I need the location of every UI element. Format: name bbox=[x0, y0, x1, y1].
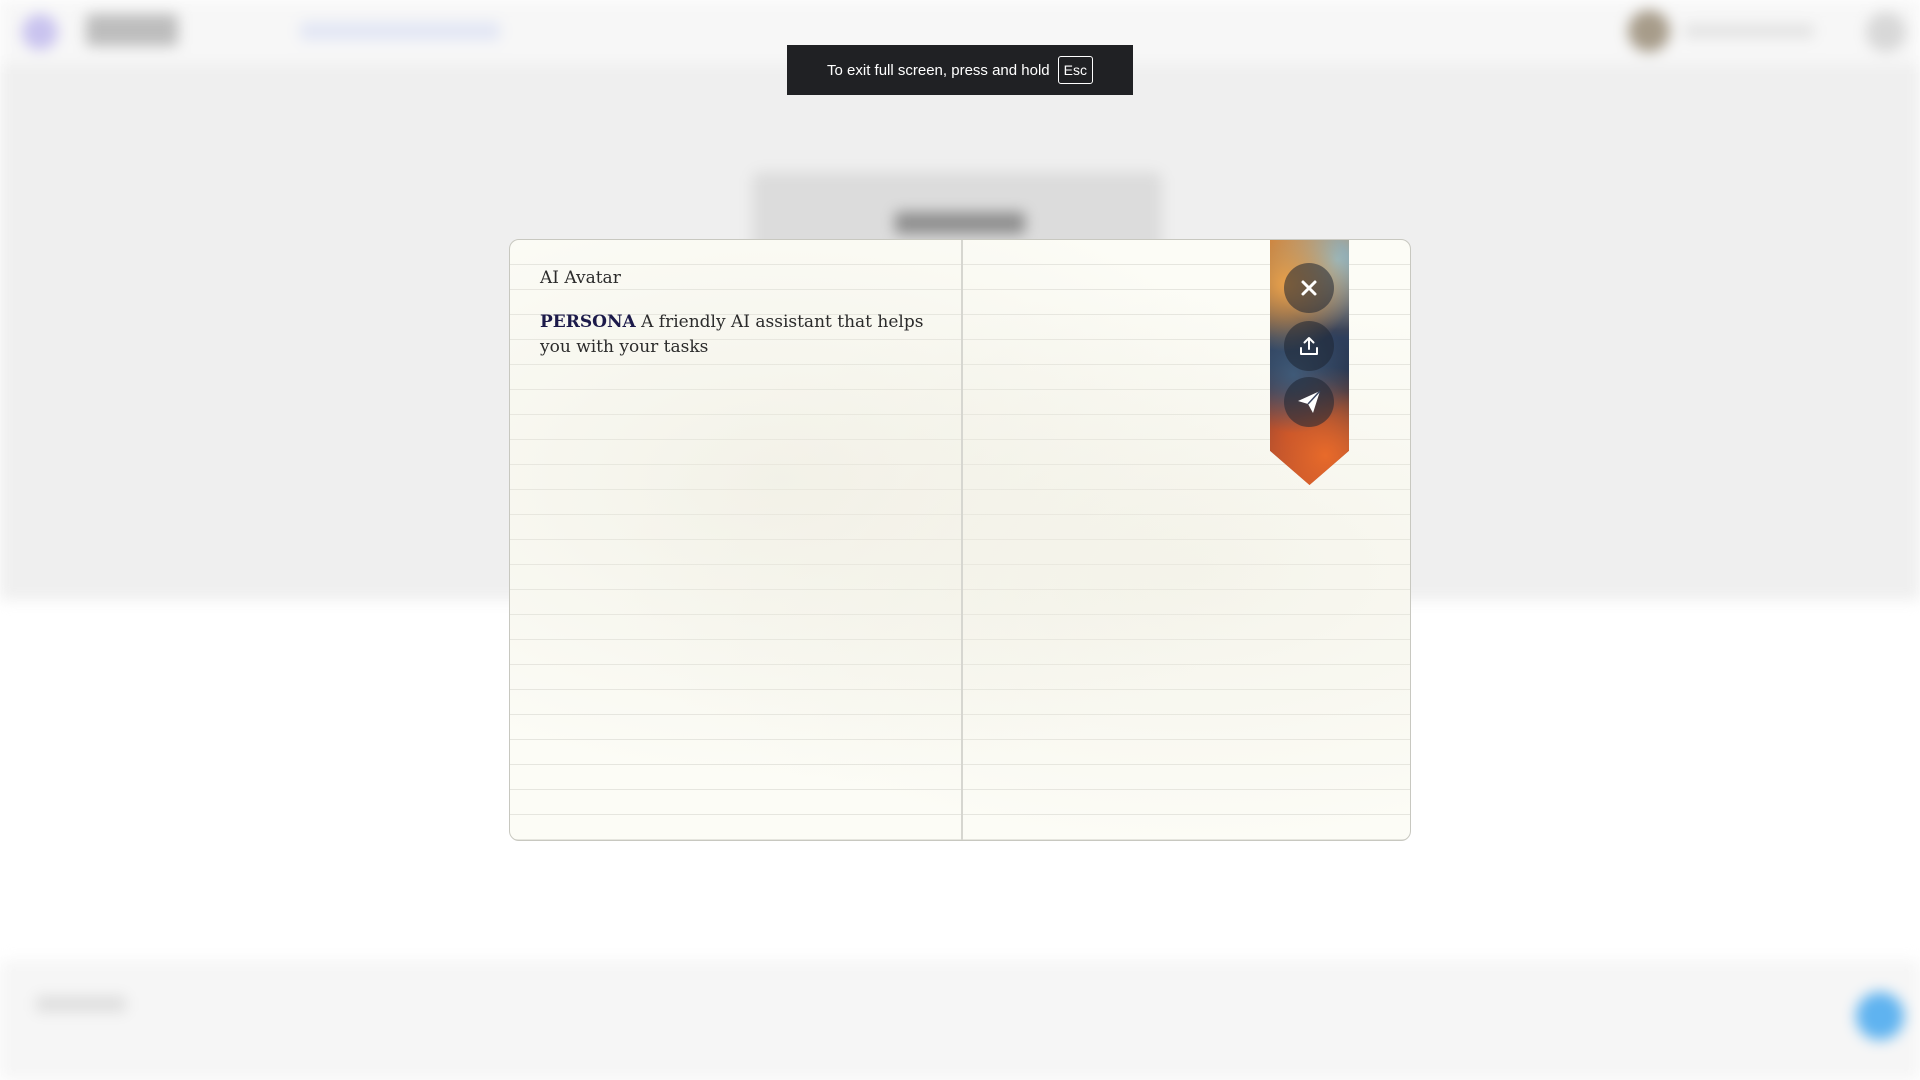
close-icon bbox=[1301, 280, 1317, 296]
notebook-left-page: AI Avatar PERSONA A friendly AI assistan… bbox=[510, 240, 961, 840]
fullscreen-notice: To exit full screen, press and hold Esc bbox=[787, 45, 1133, 95]
esc-key-badge: Esc bbox=[1057, 56, 1093, 84]
share-upload-icon bbox=[1300, 337, 1318, 355]
send-button[interactable] bbox=[1284, 377, 1334, 427]
background-user-avatar bbox=[1628, 10, 1670, 52]
fullscreen-notice-text: To exit full screen, press and hold bbox=[827, 61, 1050, 79]
close-button[interactable] bbox=[1284, 263, 1334, 313]
background-username bbox=[1684, 24, 1814, 38]
persona-description: PERSONA A friendly AI assistant that hel… bbox=[540, 310, 931, 360]
background-chat-button bbox=[1856, 992, 1904, 1040]
background-logo bbox=[22, 14, 58, 50]
background-brand bbox=[86, 14, 178, 46]
avatar-name: AI Avatar bbox=[540, 268, 621, 288]
persona-label: PERSONA bbox=[540, 312, 636, 332]
background-footer bbox=[0, 960, 1920, 1080]
share-button[interactable] bbox=[1284, 321, 1334, 371]
background-card-title bbox=[895, 212, 1025, 234]
background-footer-text bbox=[36, 996, 126, 1012]
background-menu-button bbox=[1866, 12, 1906, 52]
background-nav bbox=[300, 22, 500, 40]
send-paper-plane-icon bbox=[1298, 390, 1321, 413]
